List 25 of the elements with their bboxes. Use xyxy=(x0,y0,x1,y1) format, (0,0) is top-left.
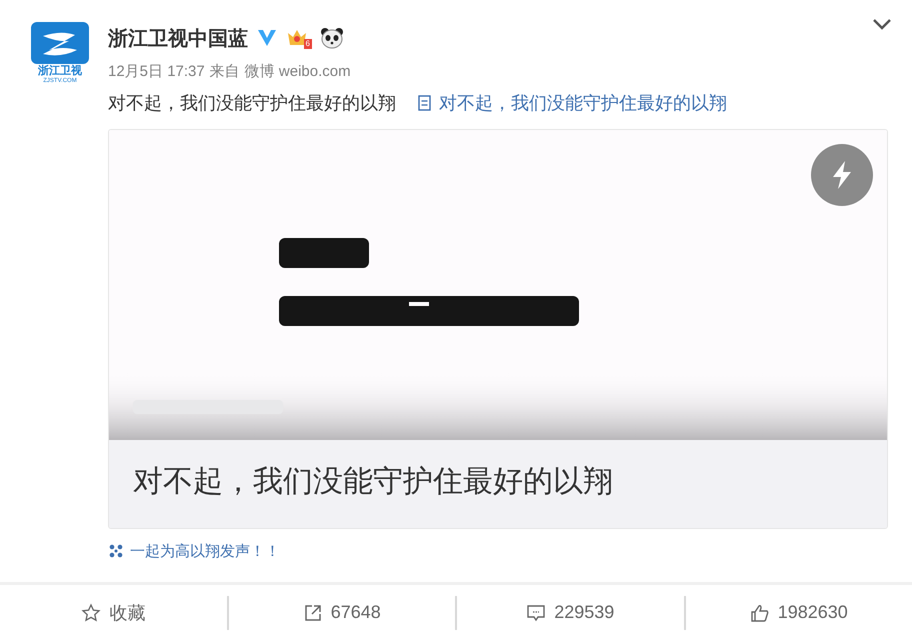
panda-icon xyxy=(320,27,344,49)
source-label: 来自 xyxy=(210,62,240,81)
document-icon xyxy=(418,95,431,111)
favorite-button[interactable]: 收藏 xyxy=(0,596,226,630)
source-link[interactable]: 微博 weibo.com xyxy=(244,62,351,81)
card-caption: 对不起，我们没能守护住最好的以翔 xyxy=(109,440,887,528)
level-badge: 6 xyxy=(304,39,312,49)
post-text: 对不起，我们没能守护住最好的以翔 xyxy=(108,92,396,115)
logo-icon xyxy=(31,22,89,64)
comment-button[interactable]: 229539 xyxy=(455,596,684,630)
post-time[interactable]: 12月5日 17:37 xyxy=(108,62,205,81)
star-icon xyxy=(81,602,102,622)
topic-icon xyxy=(108,543,124,559)
repost-button[interactable]: 67648 xyxy=(226,596,455,630)
speech-bubble-icon xyxy=(526,602,546,622)
logo-text: 浙江卫视 xyxy=(38,65,82,77)
chevron-down-icon[interactable] xyxy=(872,18,892,30)
article-link[interactable]: 对不起，我们没能守护住最好的以翔 xyxy=(418,91,727,115)
topic-link[interactable]: 一起为高以翔发声！！ xyxy=(130,542,280,560)
thumbs-up-icon xyxy=(750,602,770,622)
lightning-icon xyxy=(830,160,854,190)
author-name[interactable]: 浙江卫视中国蓝 xyxy=(108,24,248,52)
share-arrow-icon xyxy=(302,602,323,622)
video-card[interactable]: 对不起，我们没能守护住最好的以翔 xyxy=(108,129,888,529)
like-button[interactable]: 1982630 xyxy=(684,596,912,630)
